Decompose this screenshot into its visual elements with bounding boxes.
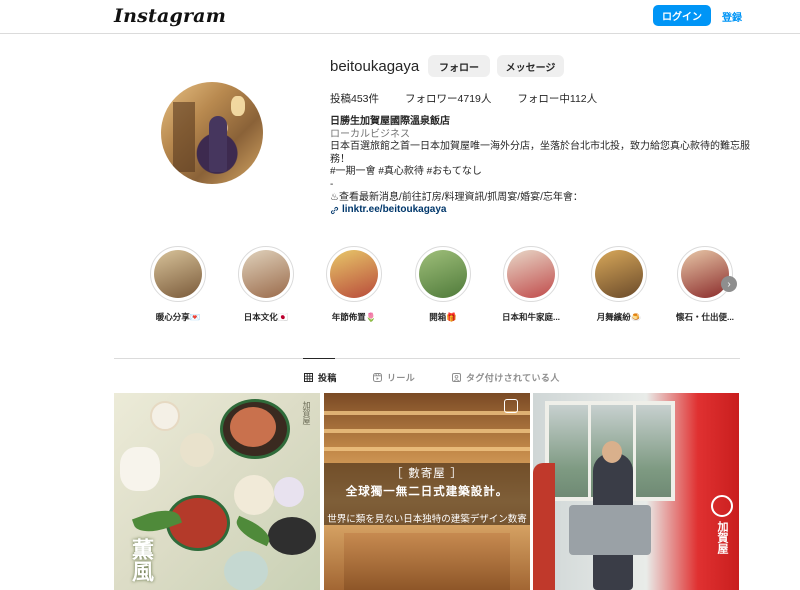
highlight-item[interactable]: 開箱🎁 [408,246,478,323]
posts-count: 投稿453件 [330,93,380,105]
signup-link[interactable]: 登録 [722,9,742,24]
tab-tagged[interactable]: タグ付けされている人 [452,371,560,384]
post-title: ［ 數寄屋 ］ [391,466,463,480]
highlight-item[interactable]: 月舞繽紛🍮 [584,246,654,323]
post-thumbnail[interactable]: ［ 數寄屋 ］ 全球獨一無二日式建築設計。 世界に類を見ない日本独特の建築デザイ… [324,393,530,590]
highlight-item[interactable]: 年節佈置🌷 [319,246,389,323]
ceiling-beam [324,447,530,451]
profile-stats: 投稿453件 フォロワー4719人 フォロー中112人 [330,91,623,106]
bio-line: ♨︎查看最新消息/前往訂房/料理資訊/抓周宴/婚宴/忘年會： [330,191,583,203]
window-frame [588,401,591,501]
corridor-floor [344,533,510,590]
grid-icon [304,373,313,382]
highlight-label: 日本和牛家庭... [501,312,561,322]
highlight-label: 暖心分享💌 [155,312,201,322]
bio-link[interactable]: linktr.ee/beitoukagaya [330,204,750,217]
person-face [602,441,622,463]
dish-image [274,477,304,507]
dish-image [224,551,268,590]
tab-reels[interactable]: リール [373,371,415,384]
highlight-label: 月舞繽紛🍮 [596,312,642,322]
highlight-cover [242,250,290,298]
bio-hashtags: #一期一會 #真心款待 #おもてなし [330,166,482,178]
highlight-cover [681,250,729,298]
bio-line: 務！ [330,153,350,165]
profile-username: beitoukagaya [330,58,420,75]
tab-posts[interactable]: 投稿 [304,371,337,384]
dish-image [120,447,160,491]
tab-tagged-label: タグ付けされている人 [466,373,560,383]
avatar-door [173,102,195,172]
dish-image [230,407,276,447]
window-frame [633,401,636,501]
profile-bio: 日勝生加賀屋國際溫泉飯店 ローカルビジネス 日本百選旅館之首一日本加賀屋唯一海外… [330,116,750,217]
brand-seal-icon [711,495,733,517]
highlight-label: 日本文化🇯🇵 [243,312,289,322]
highlight-label: 開箱🎁 [429,312,457,322]
reels-icon [373,373,382,382]
bio-link-text: linktr.ee/beitoukagaya [342,204,447,216]
profile-display-name: 日勝生加賀屋國際溫泉飯店 [330,116,450,127]
avatar-figure [209,116,227,172]
highlight-ring [677,246,733,302]
highlight-cover [595,250,643,298]
profile-category: ローカルビジネス [330,128,410,140]
tab-reels-label: リール [387,373,416,383]
bio-line: - [330,178,334,190]
avatar-lamp [231,96,245,116]
dish-image [180,433,214,467]
follow-button[interactable]: フォロー [428,55,490,77]
ceiling-beam [324,429,530,433]
reel-badge-icon [504,399,518,413]
following-count[interactable]: フォロー中112人 [517,91,597,106]
highlight-label: 年節佈置🌷 [331,312,377,322]
highlight-ring [591,246,647,302]
tab-posts-label: 投稿 [318,373,337,383]
highlight-cover [330,250,378,298]
highlight-ring [415,246,471,302]
tagged-icon [452,373,461,382]
post-calligraphy: 薫風 [128,538,154,582]
top-navigation: Instagram ログイン 登録 [0,0,800,34]
followers-count[interactable]: フォロワー4719人 [405,91,491,106]
highlight-cover [507,250,555,298]
highlight-item[interactable]: 日本和牛家庭... [496,246,566,323]
person-figure [533,463,555,590]
message-button[interactable]: メッセージ [497,55,564,77]
dish-image [268,517,316,555]
highlight-ring [326,246,382,302]
highlight-ring [503,246,559,302]
leaf-decoration [232,515,274,547]
highlight-item[interactable]: 暖心分享💌 [143,246,213,323]
highlight-ring [238,246,294,302]
tabs-divider [114,358,740,359]
highlight-cover [419,250,467,298]
profile-avatar[interactable] [161,82,263,184]
link-icon [330,206,339,214]
highlight-label: 懐石・仕出便... [675,312,735,322]
highlight-cover [154,250,202,298]
post-brand-mark: 加賀屋 [302,401,311,425]
chevron-right-icon[interactable]: › [721,276,737,292]
bio-line: 日本百選旅館之首一日本加賀屋唯一海外分店，坐落於台北市北投，致力給您真心款待的難… [330,141,750,153]
dish-image [150,401,180,431]
post-brand-mark: 加賀屋 [716,521,729,554]
highlight-item[interactable]: 日本文化🇯🇵 [231,246,301,323]
table-cloth [569,505,651,555]
highlight-ring [150,246,206,302]
login-button[interactable]: ログイン [653,5,711,26]
story-highlights: 暖心分享💌 日本文化🇯🇵 年節佈置🌷 開箱🎁 日本和牛家庭... 月舞繽紛🍮 懐… [143,246,743,326]
instagram-logo[interactable]: Instagram [114,5,226,27]
dish-image [234,475,274,515]
post-subtitle: 全球獨一無二日式建築設計。 [345,484,509,498]
post-thumbnail[interactable]: 薫風 加賀屋 [114,393,320,590]
post-thumbnail[interactable]: 加賀屋 [533,393,739,590]
active-tab-indicator [303,358,335,359]
ceiling-beam [324,411,530,415]
post-caption: 世界に類を見ない日本独特の建築デザイン数寄 [327,514,527,525]
